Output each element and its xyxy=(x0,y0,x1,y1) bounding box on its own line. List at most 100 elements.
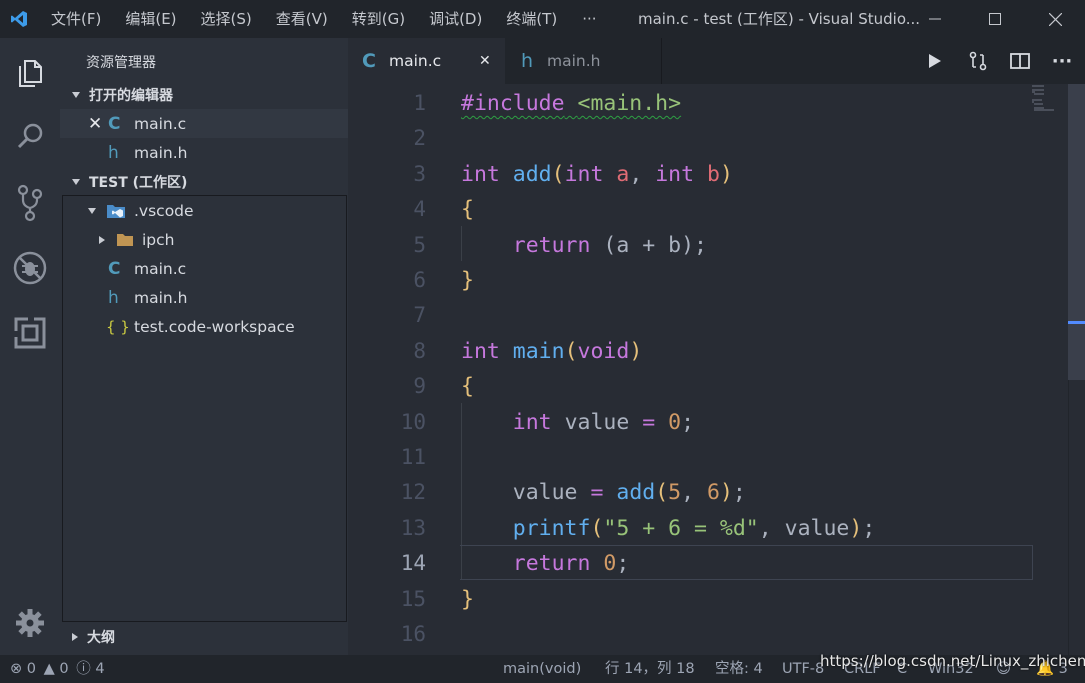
tree-item-ipch-folder[interactable]: ipch xyxy=(60,225,348,254)
minimize-icon[interactable] xyxy=(905,0,965,38)
tree-item-label: test.code-workspace xyxy=(134,317,295,336)
code-text: } xyxy=(461,586,474,612)
gear-icon[interactable] xyxy=(0,598,60,648)
workspace-section-header[interactable]: TEST (工作区) xyxy=(60,167,348,196)
tree-item-workspace-file[interactable]: { } test.code-workspace xyxy=(60,312,348,341)
code-text: } xyxy=(461,268,474,293)
line-number: 14 xyxy=(400,551,426,576)
code-line: 5 return (a + b); xyxy=(348,228,1068,263)
code-text: #include <main.h> xyxy=(461,91,682,116)
open-editor-label: main.h xyxy=(134,143,188,162)
debug-icon[interactable] xyxy=(0,243,60,293)
line-number: 16 xyxy=(400,622,426,646)
h-file-icon: h xyxy=(521,50,534,72)
tree-item-label: main.h xyxy=(134,288,188,307)
watermark-text: https://blog.csdn.net/Linux_zhicheng xyxy=(820,652,1085,670)
split-editor-icon[interactable] xyxy=(1000,38,1040,84)
outline-label: 大纲 xyxy=(87,629,115,646)
open-editor-label: main.c xyxy=(134,114,187,133)
outline-section-header[interactable]: 大纲 xyxy=(60,622,348,651)
c-file-icon: C xyxy=(108,258,121,279)
activity-bar xyxy=(0,38,60,655)
info-icon: ⓘ xyxy=(76,661,91,677)
code-text: int value = 0; xyxy=(512,409,695,435)
menu-view[interactable]: 查看(V) xyxy=(263,0,339,38)
tab-main-h[interactable]: h main.h xyxy=(505,38,662,84)
tab-label: main.c xyxy=(389,52,442,70)
code-text: int main(void) xyxy=(461,338,643,364)
menu-more-button[interactable]: ··· xyxy=(568,10,609,28)
line-number: 8 xyxy=(413,338,426,363)
line-number: 10 xyxy=(400,409,426,434)
line-number: 5 xyxy=(413,232,426,257)
explorer-icon[interactable] xyxy=(0,48,60,98)
open-editor-item-main-h[interactable]: h main.h xyxy=(60,138,348,167)
sidebar-title: 资源管理器 xyxy=(86,55,156,71)
more-actions-icon[interactable]: ··· xyxy=(1042,38,1082,84)
expand-triangle-icon xyxy=(72,632,78,641)
tree-item-main-h[interactable]: h main.h xyxy=(60,283,348,312)
tree-item-label: .vscode xyxy=(134,201,194,220)
tab-main-c[interactable]: C main.c ✕ xyxy=(348,38,505,84)
current-scope[interactable]: main(void) xyxy=(503,655,581,683)
collapse-triangle-icon xyxy=(72,178,80,185)
extensions-icon[interactable] xyxy=(0,308,60,358)
tree-item-main-c[interactable]: C main.c xyxy=(60,254,348,283)
close-editor-icon[interactable]: ✕ xyxy=(88,114,108,134)
code-line: 9 { xyxy=(348,369,1068,404)
open-editor-item-main-c[interactable]: ✕ C main.c xyxy=(60,109,348,138)
code-text: return (a + b); xyxy=(512,232,707,258)
code-text: { xyxy=(461,374,474,400)
cursor-position[interactable]: 行 14，列 18 xyxy=(605,655,695,683)
json-braces-icon: { } xyxy=(106,317,130,336)
menu-debug[interactable]: 调试(D) xyxy=(416,0,493,38)
problems-indicator[interactable]: ⊗ 0 ▲ 0 ⓘ 4 xyxy=(10,655,105,683)
error-icon: ⊗ xyxy=(10,661,23,677)
encoding-setting[interactable]: UTF-8 xyxy=(782,655,824,683)
indentation-setting[interactable]: 空格: 4 xyxy=(715,655,763,683)
warning-icon: ▲ xyxy=(43,661,55,677)
scrollbar-cursor-marker xyxy=(1068,321,1085,324)
code-editor[interactable]: 1 #include <main.h> 2 3 int add(int a, i… xyxy=(348,84,1085,655)
line-number: 7 xyxy=(413,303,426,328)
line-number: 12 xyxy=(400,480,426,505)
line-number: 13 xyxy=(400,515,426,540)
code-line: 3 int add(int a, int b) xyxy=(348,157,1068,192)
title-bar: 文件(F) 编辑(E) 选择(S) 查看(V) 转到(G) 调试(D) 终端(T… xyxy=(0,0,1085,38)
h-file-icon: h xyxy=(108,287,119,308)
menu-selection[interactable]: 选择(S) xyxy=(188,0,263,38)
editor-tab-bar: C main.c ✕ h main.h ··· xyxy=(348,38,1085,84)
open-editors-section-header[interactable]: 打开的编辑器 xyxy=(60,80,348,109)
tree-item-label: main.c xyxy=(134,259,187,278)
minimap[interactable] xyxy=(1030,84,1070,114)
code-line: 6 } xyxy=(348,263,1068,298)
code-line: 13 printf("5 + 6 = %d", value); xyxy=(348,511,1068,546)
code-line: 7 xyxy=(348,298,1068,333)
menu-terminal[interactable]: 终端(T) xyxy=(493,0,568,38)
error-count: 0 xyxy=(26,661,36,677)
tab-close-icon[interactable]: ✕ xyxy=(479,53,491,69)
compare-changes-icon[interactable] xyxy=(958,38,998,84)
menu-go[interactable]: 转到(G) xyxy=(339,0,416,38)
maximize-icon[interactable] xyxy=(965,0,1025,38)
open-editors-label: 打开的编辑器 xyxy=(89,87,173,104)
run-icon[interactable] xyxy=(915,38,955,84)
menu-file[interactable]: 文件(F) xyxy=(38,0,112,38)
code-text: return 0; xyxy=(512,551,630,577)
code-line: 15 } xyxy=(348,582,1068,617)
code-line: 8 int main(void) xyxy=(348,334,1068,369)
scrollbar-thumb[interactable] xyxy=(1068,84,1085,380)
c-file-icon: C xyxy=(362,50,376,72)
menu-bar: 文件(F) 编辑(E) 选择(S) 查看(V) 转到(G) 调试(D) 终端(T… xyxy=(38,0,610,38)
menu-edit[interactable]: 编辑(E) xyxy=(112,0,187,38)
explorer-sidebar: 资源管理器 打开的编辑器 ✕ C main.c h main.h TEST (工… xyxy=(60,38,348,655)
info-count: 4 xyxy=(95,661,105,677)
code-line: 4 { xyxy=(348,192,1068,227)
source-control-icon[interactable] xyxy=(0,178,60,228)
search-icon[interactable] xyxy=(0,111,60,161)
tree-item-label: ipch xyxy=(142,230,175,249)
tree-item-vscode-folder[interactable]: .vscode xyxy=(60,196,348,225)
close-icon[interactable] xyxy=(1025,0,1085,38)
line-number: 2 xyxy=(413,126,426,151)
code-line: 2 xyxy=(348,121,1068,156)
